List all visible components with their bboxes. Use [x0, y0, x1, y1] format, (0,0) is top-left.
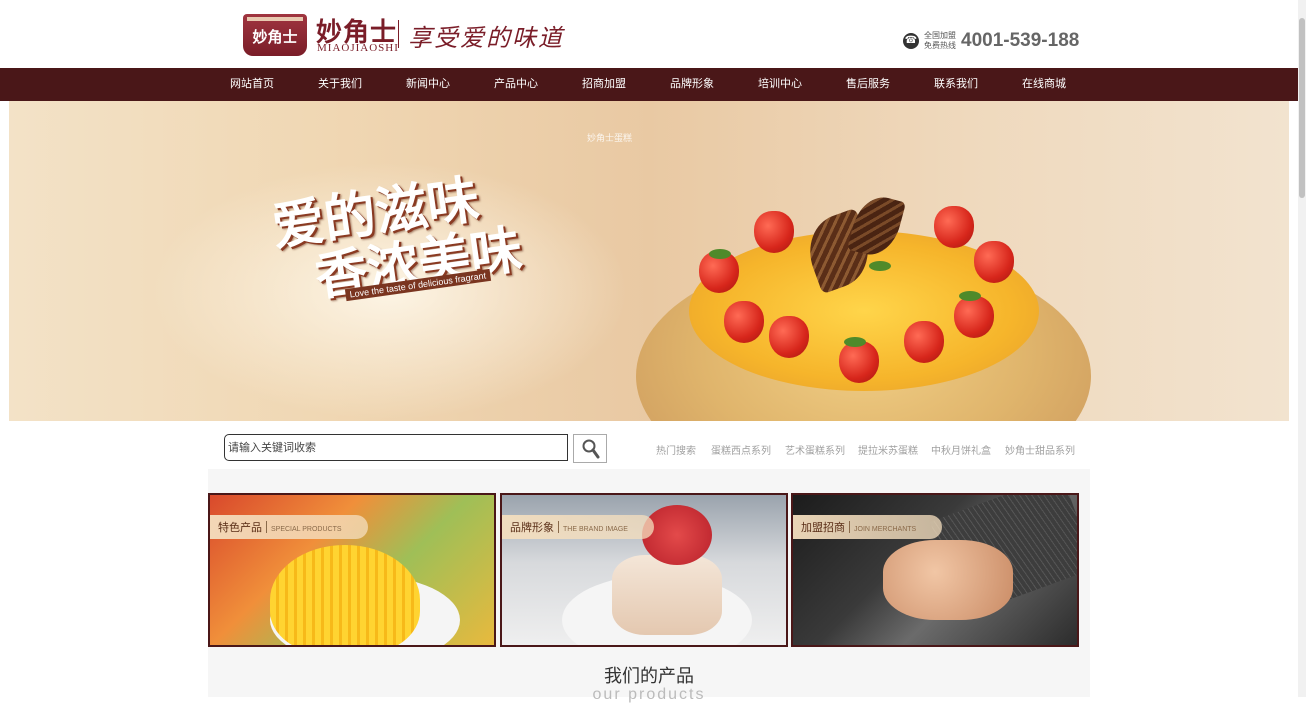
mint-leaf — [869, 261, 891, 271]
search-button[interactable] — [573, 434, 607, 463]
nav-item-brand[interactable]: 品牌形象 — [652, 68, 732, 101]
nav-item-training[interactable]: 培训中心 — [740, 68, 820, 101]
strawberry-topping-image — [642, 505, 712, 565]
strawberry — [754, 211, 794, 253]
strawberry — [974, 241, 1014, 283]
card-label-cn: 加盟招商 — [801, 522, 845, 534]
nav-item-service[interactable]: 售后服务 — [828, 68, 908, 101]
search-icon — [582, 439, 600, 459]
nav-item-franchise[interactable]: 招商加盟 — [564, 68, 644, 101]
hero-banner[interactable]: 妙角士蛋糕 爱的滋味 香浓美味 Love the taste of delici… — [9, 101, 1289, 421]
banner-faint-text: 妙角士蛋糕 — [587, 133, 633, 143]
mint-leaf — [709, 249, 731, 259]
card-label-cn: 特色产品 — [218, 522, 262, 534]
card-label-en: JOIN MERCHANTS — [854, 526, 917, 533]
strawberry — [839, 341, 879, 383]
main-nav: 网站首页 关于我们 新闻中心 产品中心 招商加盟 品牌形象 培训中心 售后服务 … — [0, 68, 1298, 101]
mango-cake-image — [270, 545, 420, 645]
card-label-divider — [266, 520, 267, 533]
scrollbar-thumb[interactable] — [1299, 18, 1305, 198]
nav-item-products[interactable]: 产品中心 — [476, 68, 556, 101]
slogan: 享受爱的味道 — [408, 24, 564, 52]
nav-item-shop[interactable]: 在线商城 — [1004, 68, 1084, 101]
hotline-label-line1: 全国加盟 — [924, 31, 956, 40]
nav-item-contact[interactable]: 联系我们 — [916, 68, 996, 101]
logo[interactable]: 妙角士 — [243, 14, 307, 56]
card-label-divider — [849, 520, 850, 533]
search-input[interactable] — [224, 434, 568, 461]
card-label: 品牌形象 THE BRAND IMAGE — [502, 515, 654, 539]
pastry-image — [612, 555, 722, 635]
card-label-divider — [558, 520, 559, 533]
brand-name-en: MIAOJIAOSHI — [317, 42, 399, 54]
mint-leaf — [844, 337, 866, 347]
strawberry — [769, 316, 809, 358]
hot-search-item[interactable]: 中秋月饼礼盒 — [931, 442, 991, 457]
brand-divider — [398, 20, 399, 48]
products-section-subtitle: our products — [592, 686, 706, 703]
nav-item-home[interactable]: 网站首页 — [212, 68, 292, 101]
strawberry — [954, 296, 994, 338]
hot-search-item[interactable]: 提拉米苏蛋糕 — [858, 442, 918, 457]
nav-item-news[interactable]: 新闻中心 — [388, 68, 468, 101]
feature-card-join-merchants[interactable]: 加盟招商 JOIN MERCHANTS — [791, 493, 1079, 647]
hot-search-label: 热门搜索 — [656, 446, 696, 457]
phone-icon: ☎ — [903, 33, 919, 49]
nav-item-about[interactable]: 关于我们 — [300, 68, 380, 101]
card-label: 加盟招商 JOIN MERCHANTS — [793, 515, 943, 539]
logo-emblem-band — [247, 17, 303, 21]
page-scrollbar[interactable] — [1298, 0, 1306, 697]
feature-card-special-products[interactable]: 特色产品 SPECIAL PRODUCTS — [208, 493, 496, 647]
products-section-title: 我们的产品 — [604, 666, 694, 686]
card-label-cn: 品牌形象 — [510, 522, 554, 534]
hot-search-item[interactable]: 艺术蛋糕系列 — [785, 442, 845, 457]
hotline-label: 全国加盟 免费热线 — [924, 31, 964, 51]
site-header: 妙角士 妙角士 MIAOJIAOSHI 享受爱的味道 ☎ 全国加盟 免费热线 4… — [0, 0, 1298, 68]
card-label-en: SPECIAL PRODUCTS — [271, 526, 342, 533]
hot-search-item[interactable]: 蛋糕西点系列 — [711, 442, 771, 457]
hot-search-item[interactable]: 妙角士甜品系列 — [1005, 442, 1075, 457]
mint-leaf — [959, 291, 981, 301]
feature-card-brand-image[interactable]: 品牌形象 THE BRAND IMAGE — [500, 493, 788, 647]
logo-emblem-text: 妙角士 — [252, 28, 298, 46]
strawberry — [904, 321, 944, 363]
hotline-label-line2: 免费热线 — [924, 41, 956, 50]
handshake-image — [883, 540, 1013, 620]
card-label: 特色产品 SPECIAL PRODUCTS — [210, 515, 368, 539]
strawberry — [934, 206, 974, 248]
card-label-en: THE BRAND IMAGE — [563, 526, 628, 533]
hotline-number: 4001-539-188 — [961, 30, 1080, 51]
strawberry — [724, 301, 764, 343]
